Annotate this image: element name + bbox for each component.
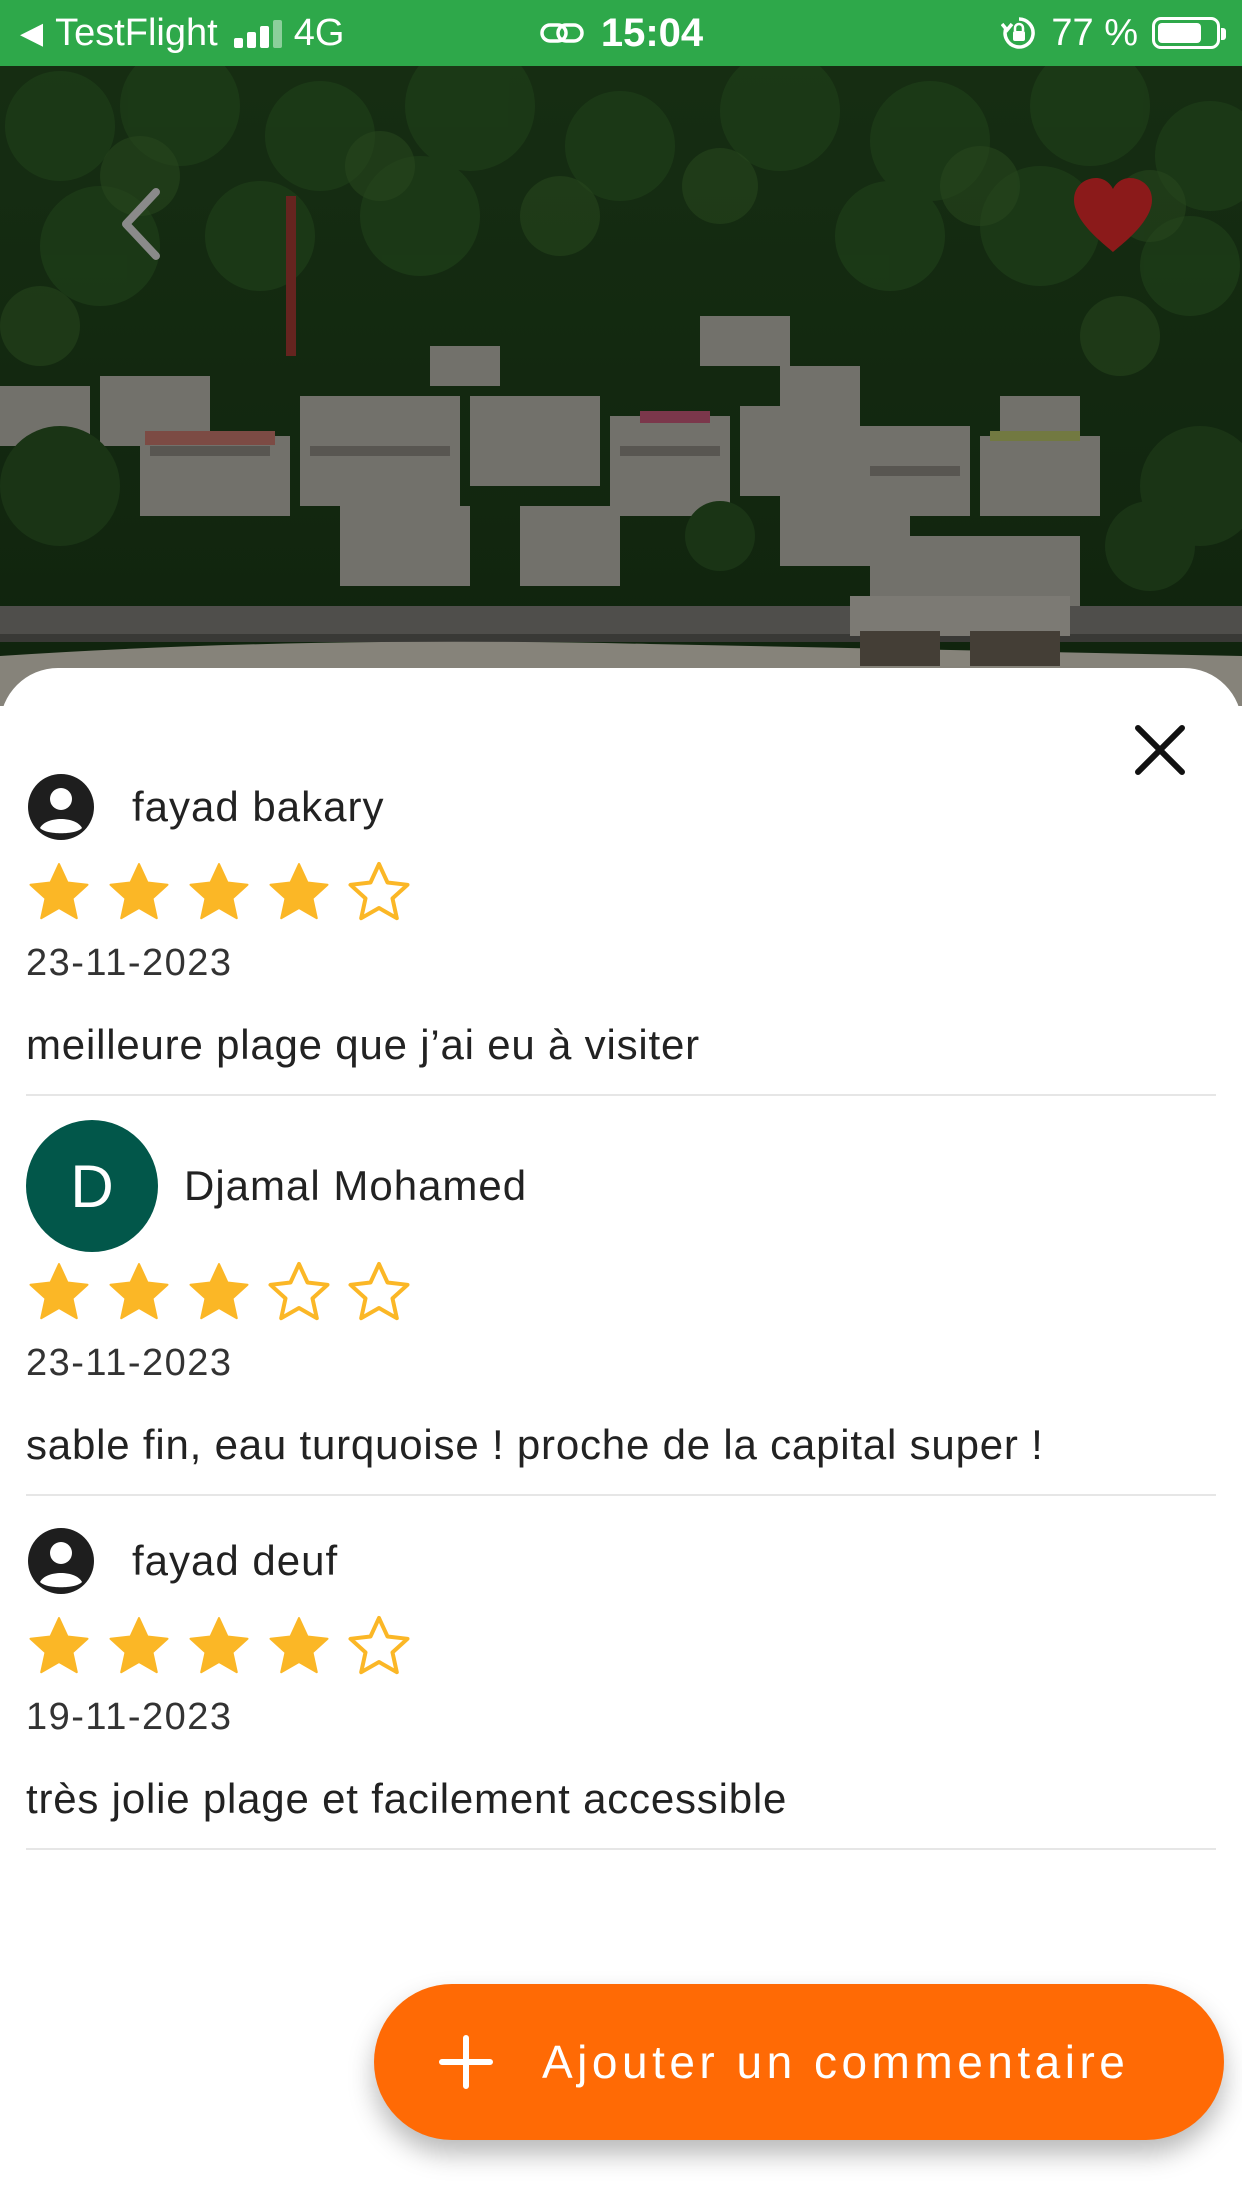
avatar: D [26, 1120, 158, 1252]
review-item: D Djamal Mohamed 23-11-2023 sable fin, e… [26, 1120, 1216, 1496]
review-date: 23-11-2023 [26, 942, 233, 984]
star-filled-icon [189, 863, 249, 920]
star-filled-icon [189, 1617, 249, 1674]
plus-icon [439, 2035, 493, 2089]
chevron-left-icon[interactable] [112, 184, 172, 264]
star-filled-icon [189, 1263, 249, 1320]
beach-hero-image [0, 66, 1242, 706]
add-comment-button[interactable]: Ajouter un commentaire [374, 1984, 1224, 2140]
battery-icon [1152, 17, 1226, 49]
rotation-lock-icon [1001, 17, 1036, 49]
reviewer-name: fayad bakary [132, 783, 385, 830]
review-date: 23-11-2023 [26, 1342, 233, 1384]
review-header: fayad deuf [26, 1526, 1216, 1596]
star-outline-icon [348, 1262, 410, 1321]
review-text: sable fin, eau turquoise ! proche de la … [26, 1421, 1044, 1468]
reviewer-name: fayad deuf [132, 1537, 339, 1584]
review-text: très jolie plage et facilement accessibl… [26, 1775, 788, 1822]
star-outline-icon [268, 1262, 330, 1321]
star-rating [26, 860, 1216, 926]
review-header: fayad bakary [26, 772, 1216, 842]
hero-overlay [0, 66, 1242, 706]
account-circle-icon [28, 1528, 94, 1594]
add-comment-label: Ajouter un commentaire [542, 2036, 1130, 2088]
review-text: meilleure plage que j’ai eu à visiter [26, 1021, 700, 1068]
review-item: fayad bakary 23-11-2023 meilleure plage … [26, 772, 1216, 1096]
star-outline-icon [348, 862, 410, 921]
account-circle-icon [28, 774, 94, 840]
star-filled-icon [269, 863, 329, 920]
screen: ◀ TestFlight 4G 15:04 77 % fayad bakary … [0, 0, 1242, 2208]
star-filled-icon [29, 863, 89, 920]
star-filled-icon [29, 1263, 89, 1320]
review-divider [26, 1494, 1216, 1496]
review-date: 19-11-2023 [26, 1696, 233, 1738]
review-divider [26, 1848, 1216, 1850]
battery-percentage: 77 % [1051, 11, 1138, 54]
status-bar: ◀ TestFlight 4G 15:04 77 % [0, 0, 1242, 66]
status-time: 15:04 [600, 10, 704, 55]
reviewer-name: Djamal Mohamed [184, 1162, 528, 1209]
status-bar-right: 77 % [1001, 0, 1226, 66]
link-icon [540, 23, 584, 43]
star-filled-icon [109, 863, 169, 920]
star-rating [26, 1614, 1216, 1680]
battery-level-fill [1158, 23, 1202, 43]
star-filled-icon [109, 1617, 169, 1674]
review-item: fayad deuf 19-11-2023 très jolie plage e… [26, 1526, 1216, 1850]
star-outline-icon [348, 1616, 410, 1675]
star-rating [26, 1260, 1216, 1326]
reviews-bottom-sheet: fayad bakary 23-11-2023 meilleure plage … [0, 668, 1242, 2208]
star-filled-icon [29, 1617, 89, 1674]
star-filled-icon [109, 1263, 169, 1320]
close-icon[interactable] [1130, 720, 1190, 780]
review-header: D Djamal Mohamed [26, 1120, 1216, 1252]
heart-icon[interactable] [1068, 170, 1158, 260]
review-divider [26, 1094, 1216, 1096]
star-filled-icon [269, 1617, 329, 1674]
